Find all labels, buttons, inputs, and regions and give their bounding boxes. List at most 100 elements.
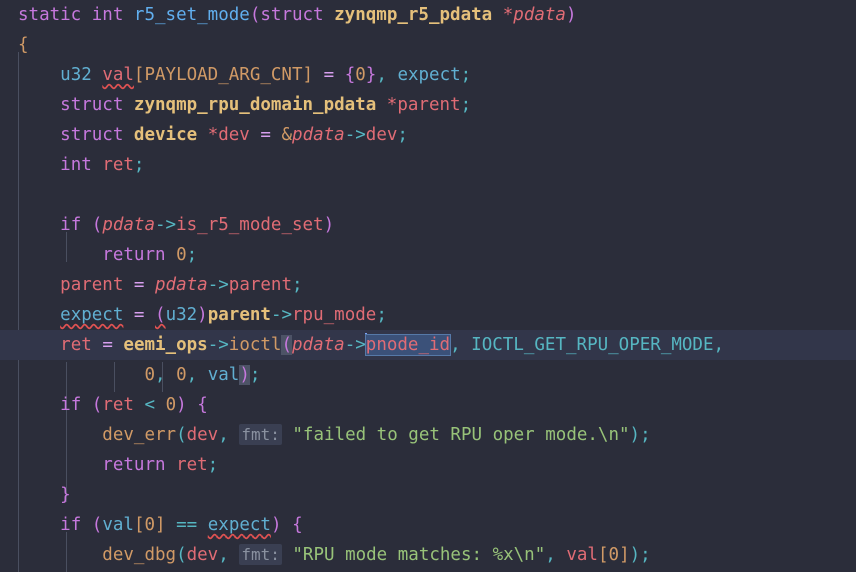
token-var-expect: expect	[397, 65, 461, 85]
token-var-ret-3: ret	[102, 395, 134, 415]
token-string-failed-msg: "failed to get RPU oper mode.\n"	[292, 425, 630, 445]
code-line-8[interactable]: if (pdata->is_r5_mode_set)	[0, 210, 856, 240]
code-line-15[interactable]: dev_err(dev, fmt: "failed to get RPU ope…	[0, 420, 856, 450]
code-line-14[interactable]: if (ret < 0) {	[0, 390, 856, 420]
token-keyword-return-2: return	[102, 455, 166, 475]
code-line-19[interactable]: dev_dbg(dev, fmt: "RPU mode matches: %x\…	[0, 540, 856, 570]
token-keyword-int-2: int	[60, 155, 92, 175]
token-var-ret-2: ret	[60, 335, 92, 355]
token-var-val-2: val	[102, 515, 134, 535]
token-keyword-static: static	[18, 5, 82, 25]
token-matching-paren-close: )	[239, 365, 250, 385]
token-var-val-arg: val	[207, 365, 240, 385]
token-field-parent-2: parent	[207, 305, 271, 325]
token-keyword-if-2: if	[60, 395, 82, 415]
token-field-rpu-mode: rpu_mode	[292, 305, 377, 325]
code-line-2[interactable]: {	[0, 30, 856, 60]
token-arrow: ->	[344, 125, 366, 145]
token-star-dev: *dev	[207, 125, 250, 145]
token-semicolon-4: ;	[133, 155, 145, 175]
code-line-4[interactable]: struct zynqmp_rpu_domain_pdata *parent;	[0, 90, 856, 120]
token-param-pdata-4: pdata	[155, 275, 208, 295]
token-comma-3: ,	[713, 335, 725, 355]
token-type-device: device	[133, 125, 198, 145]
token-var-ret: ret	[102, 155, 134, 175]
token-bracket-open: [	[133, 65, 145, 85]
token-paren-if-open: (	[91, 215, 103, 235]
token-paren-call-open: (	[176, 425, 187, 445]
token-operator-assign-3: =	[133, 275, 145, 295]
token-number-arg-1: 0	[144, 365, 155, 385]
token-param-pdata: pdata	[513, 5, 566, 25]
token-field-is-r5-mode-set: is_r5_mode_set	[176, 215, 324, 235]
token-type-zynqmp-r5-pdata: zynqmp_r5_pdata	[334, 5, 493, 25]
code-line-17[interactable]: }	[0, 480, 856, 510]
token-type-u32: u32	[60, 65, 92, 85]
token-arrow-2: ->	[155, 215, 177, 235]
token-paren-call2-open: (	[176, 545, 187, 565]
code-line-16[interactable]: return ret;	[0, 450, 856, 480]
token-keyword-if: if	[60, 215, 82, 235]
token-paren-call2-close: )	[629, 545, 641, 565]
code-line-9[interactable]: return 0;	[0, 240, 856, 270]
code-line-13[interactable]: 0, 0, val);	[0, 360, 856, 390]
code-line-11[interactable]: expect = (u32)parent->rpu_mode;	[0, 300, 856, 330]
token-bracket-close-3: ]	[619, 545, 630, 565]
token-operator-assign-5: =	[102, 335, 113, 355]
token-semicolon-10: ;	[207, 455, 219, 475]
token-operator-assign-2: =	[260, 125, 271, 145]
token-brace-init-open: {	[344, 65, 356, 85]
token-arrow-5: ->	[207, 335, 229, 355]
token-paren-call-close: )	[629, 425, 641, 445]
token-param-pdata-5: pdata	[292, 335, 345, 355]
code-line-6[interactable]: int ret;	[0, 150, 856, 180]
token-cast-paren-close: )	[197, 305, 208, 325]
token-call-dev-dbg: dev_dbg	[102, 545, 177, 565]
token-type-u32-cast: u32	[165, 305, 198, 325]
token-comma-7: ,	[218, 545, 229, 565]
token-var-val-3: val	[566, 545, 598, 565]
token-cast-paren-open: (	[155, 305, 166, 325]
token-paren-open: (	[249, 5, 261, 25]
token-star: *	[502, 5, 514, 25]
code-line-5[interactable]: struct device *dev = &pdata->dev;	[0, 120, 856, 150]
parameter-hint-fmt-1: fmt:	[239, 424, 282, 445]
token-brace-open: {	[18, 35, 29, 55]
token-keyword-return: return	[102, 245, 166, 265]
token-comma-4: ,	[154, 365, 166, 385]
code-editor[interactable]: static int r5_set_mode(struct zynqmp_r5_…	[0, 0, 856, 572]
token-paren-if2-close: )	[176, 395, 187, 415]
token-var-parent: parent	[60, 275, 124, 295]
token-call-dev-err: dev_err	[102, 425, 177, 445]
token-var-expect-2: expect	[60, 305, 124, 325]
code-line-3[interactable]: u32 val[PAYLOAD_ARG_CNT] = {0}, expect;	[0, 60, 856, 90]
token-semicolon-7: ;	[376, 305, 387, 325]
token-comma-5: ,	[186, 365, 198, 385]
token-paren-if-close: )	[323, 215, 335, 235]
token-keyword-struct: struct	[260, 5, 324, 25]
token-semicolon: ;	[460, 65, 472, 85]
token-field-parent: parent	[228, 275, 292, 295]
code-line-12-current[interactable]: ret = eemi_ops->ioctl(pdata->pnode_id, I…	[0, 330, 856, 360]
token-brace-open-2: {	[197, 395, 208, 415]
code-line-10[interactable]: parent = pdata->parent;	[0, 270, 856, 300]
selected-token-pnode-id[interactable]: pnode_id	[364, 334, 452, 356]
token-brace-close: }	[60, 485, 71, 505]
code-line-7-blank[interactable]	[0, 180, 856, 210]
code-line-18[interactable]: if (val[0] == expect) {	[0, 510, 856, 540]
token-comma-2: ,	[450, 335, 461, 355]
token-number-zero-3: 0	[165, 395, 177, 415]
token-semicolon-11: ;	[640, 545, 651, 565]
token-star-2: *parent	[386, 95, 461, 115]
token-arg-dev: dev	[186, 425, 219, 445]
code-line-1[interactable]: static int r5_set_mode(struct zynqmp_r5_…	[0, 0, 856, 30]
token-semicolon-6: ;	[292, 275, 303, 295]
token-semicolon-3: ;	[397, 125, 408, 145]
token-bracket-close: ]	[302, 65, 314, 85]
token-operator-assign-4: =	[133, 305, 145, 325]
token-keyword-struct-3: struct	[60, 125, 124, 145]
token-function-name: r5_set_mode	[133, 5, 250, 25]
token-var-ret-4: ret	[176, 455, 208, 475]
token-index-zero: 0	[144, 515, 156, 535]
token-field-dev: dev	[365, 125, 398, 145]
